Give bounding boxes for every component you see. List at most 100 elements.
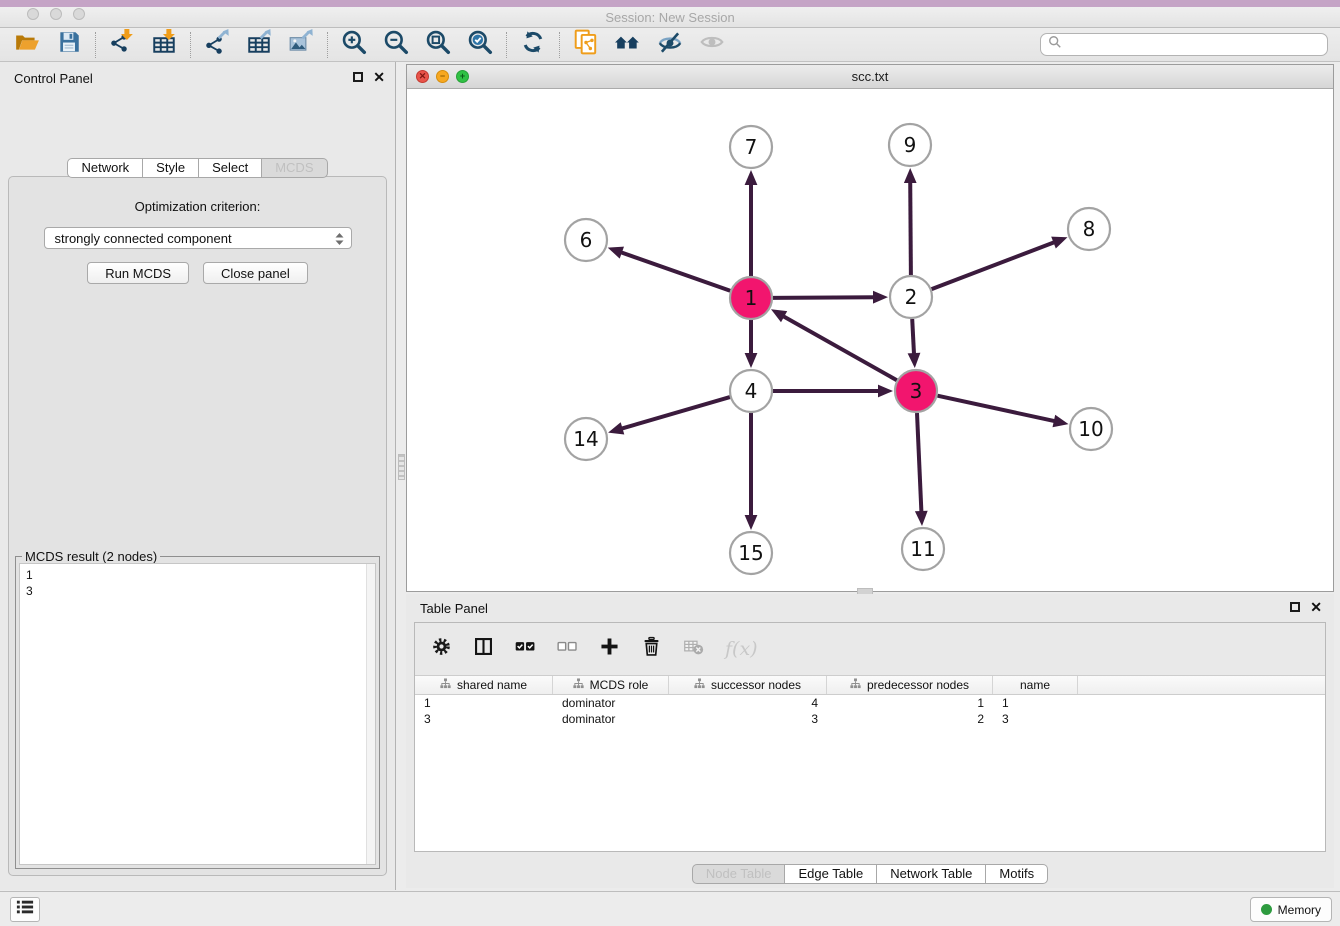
zoom-in-icon [341,29,367,60]
table-settings-icon [431,636,452,662]
edge-2-9[interactable] [910,180,911,275]
table-row[interactable]: 3dominator323 [415,711,1325,727]
mcds-result-title: MCDS result (2 nodes) [22,549,160,564]
import-table-button[interactable] [143,30,185,60]
edge-1-2[interactable] [773,297,876,298]
edge-arrow-1-7 [745,170,758,185]
select-all-button[interactable] [515,636,536,662]
table-panel-float-icon[interactable] [1290,602,1300,612]
optimization-criterion-select[interactable]: strongly connected component [44,227,352,249]
network-window-titlebar[interactable]: ✕ − + scc.txt [407,65,1333,89]
table-cell: dominator [553,695,669,711]
search-box[interactable] [1040,33,1328,56]
network-canvas[interactable]: 7968124314101511 [407,89,1333,591]
zoom-fit-button[interactable] [417,30,459,60]
table-panel-close-icon[interactable]: ✕ [1310,601,1322,613]
tab-select[interactable]: Select [199,158,262,178]
open-session-button[interactable] [6,30,48,60]
control-panel-close-icon[interactable]: ✕ [373,71,385,83]
delete-table-button [683,636,704,662]
graph-node-label-15: 15 [738,541,763,565]
column-header-mcds-role[interactable]: MCDS role [553,676,669,694]
show-columns-icon [473,636,494,662]
column-label: name [1020,678,1050,692]
graph-node-label-1: 1 [745,286,758,310]
table-row[interactable]: 1dominator411 [415,695,1325,711]
edge-arrow-4-14 [608,422,624,434]
table-tab-edge-table[interactable]: Edge Table [785,864,877,884]
column-header-shared-name[interactable]: shared name [415,676,553,694]
edge-3-10[interactable] [938,396,1057,422]
tab-mcds[interactable]: MCDS [262,158,327,178]
search-input[interactable] [1066,35,1327,54]
copy-network-style-button[interactable] [565,30,607,60]
edge-2-8[interactable] [932,242,1057,290]
export-network-button[interactable] [196,30,238,60]
toolbar-icon-strip [6,30,733,60]
first-neighbors-icon [615,29,641,60]
search-icon [1048,35,1062,54]
network-close-icon[interactable]: ✕ [416,70,429,83]
column-label: successor nodes [711,678,801,692]
edge-4-14[interactable] [620,397,730,429]
memory-button[interactable]: Memory [1250,897,1332,922]
toolbar-separator [506,32,507,58]
run-mcds-button[interactable]: Run MCDS [87,262,189,284]
control-panel-float-icon[interactable] [353,72,363,82]
deselect-all-button[interactable] [557,636,578,662]
mcds-result-scrollbar[interactable] [366,564,375,864]
column-label: shared name [457,678,527,692]
show-columns-button[interactable] [473,636,494,662]
refresh-layout-icon [520,29,546,60]
delete-row-icon [641,636,662,662]
toolbar-separator [559,32,560,58]
export-table-button[interactable] [238,30,280,60]
import-network-button[interactable] [101,30,143,60]
column-header-successor-nodes[interactable]: successor nodes [669,676,827,694]
sort-icon [573,678,584,692]
table-tab-motifs[interactable]: Motifs [986,864,1048,884]
task-history-button[interactable] [10,897,40,922]
tab-style[interactable]: Style [143,158,199,178]
refresh-layout-button[interactable] [512,30,554,60]
add-row-icon [599,636,620,662]
first-neighbors-button[interactable] [607,30,649,60]
edge-3-11[interactable] [917,413,922,514]
save-session-button[interactable] [48,30,90,60]
edge-arrow-1-4 [745,353,758,368]
network-minimize-icon[interactable]: − [436,70,449,83]
sort-icon [694,678,705,692]
add-row-button[interactable] [599,636,620,662]
export-network-icon [204,29,230,60]
vertical-splitter-grip[interactable] [398,454,405,480]
table-tab-network-table[interactable]: Network Table [877,864,986,884]
close-panel-button[interactable]: Close panel [203,262,308,284]
zoom-out-button[interactable] [375,30,417,60]
delete-row-button[interactable] [641,636,662,662]
column-header-name[interactable]: name [993,676,1078,694]
optimization-criterion-label: Optimization criterion: [9,199,386,214]
tab-network[interactable]: Network [67,158,143,178]
edge-1-6[interactable] [619,252,730,291]
edge-arrow-3-10 [1053,415,1069,428]
column-label: predecessor nodes [867,678,969,692]
column-header-predecessor-nodes[interactable]: predecessor nodes [827,676,993,694]
edge-2-3[interactable] [912,319,914,356]
copy-network-style-icon [573,29,599,60]
network-maximize-icon[interactable]: + [456,70,469,83]
zoom-in-button[interactable] [333,30,375,60]
table-toolbar: f(x) [415,623,1325,675]
mcds-result-group: MCDS result (2 nodes) 1 3 [15,556,380,869]
table-tab-node-table[interactable]: Node Table [692,864,786,884]
table-rows: 1dominator4113dominator323 [415,695,1325,727]
export-image-button[interactable] [280,30,322,60]
table-settings-button[interactable] [431,636,452,662]
edge-3-1[interactable] [782,315,897,380]
memory-status-icon [1261,904,1272,915]
edge-arrow-1-2 [873,291,888,304]
hide-selected-icon [657,29,683,60]
zoom-selected-button[interactable] [459,30,501,60]
sort-icon [850,678,861,692]
mcds-result-textarea[interactable]: 1 3 [19,563,376,865]
hide-selected-button[interactable] [649,30,691,60]
